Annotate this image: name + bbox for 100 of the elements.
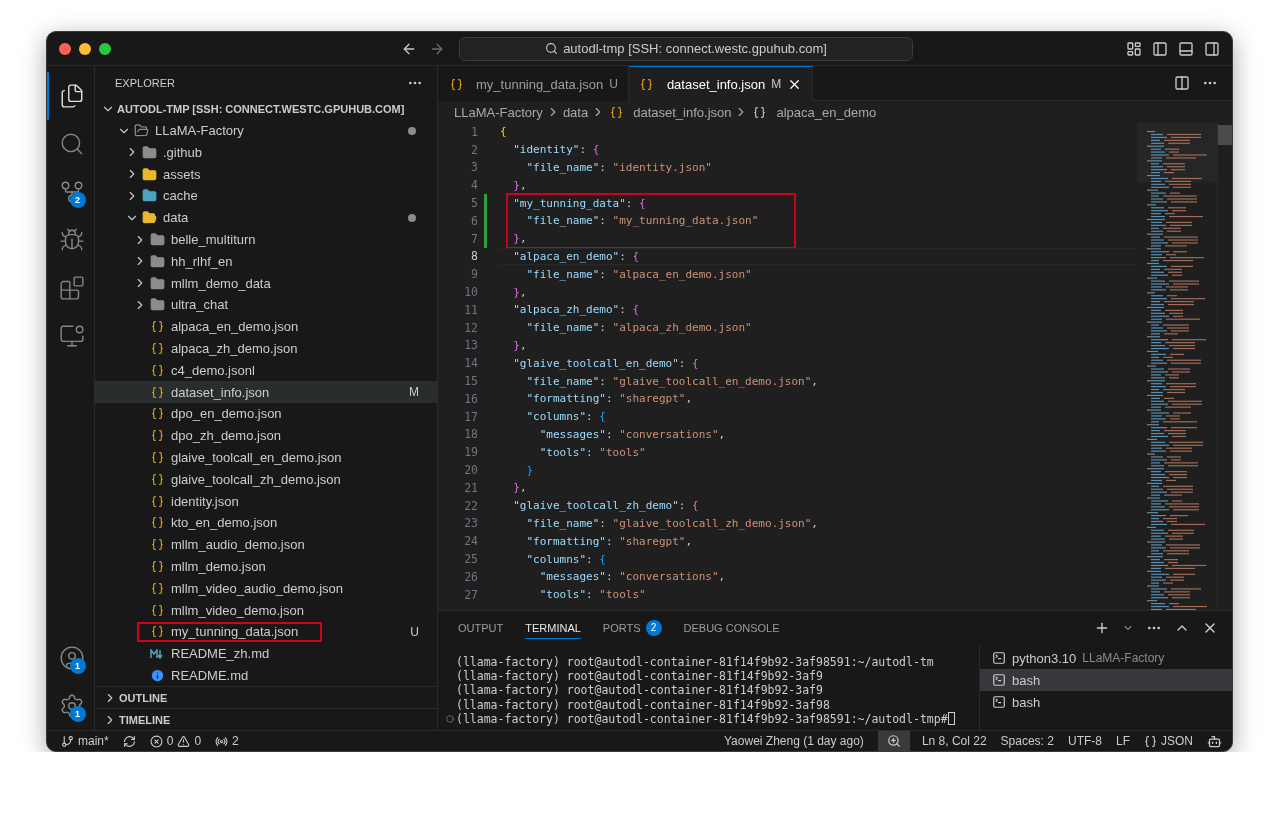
line-number: 9	[470, 267, 478, 282]
count-badge: 2	[645, 619, 662, 636]
close-window-button[interactable]	[59, 42, 71, 55]
tree-item[interactable]: alpaca_zh_demo.json	[95, 337, 437, 360]
cursor-position[interactable]: Ln 8, Col 22	[921, 734, 987, 748]
source-control-button[interactable]: 2	[47, 168, 95, 216]
terminal-line: (llama-factory) root@autodl-container-81f14f9b92-3af9	[456, 683, 823, 698]
accounts-button[interactable]: 1	[47, 634, 95, 682]
folder-icon	[141, 166, 157, 183]
braces-icon	[448, 76, 464, 92]
code-line: "glaive_toolcall_zh_demo": {	[512, 498, 700, 515]
search-icon	[545, 42, 559, 55]
tree-item[interactable]: dataset_info.json M	[95, 381, 437, 404]
command-center[interactable]: autodl-tmp [SSH: connect.westc.gpuhub.com]	[459, 36, 913, 61]
breadcrumb-item[interactable]: data	[562, 104, 589, 120]
scrollbar-thumb[interactable]	[1218, 125, 1232, 145]
robot-icon[interactable]	[1207, 733, 1222, 749]
file-name: hh_rlhf_en	[171, 253, 234, 269]
blocks-icon	[58, 275, 85, 301]
file-name: kto_en_demo.json	[171, 515, 279, 531]
folder-icon	[149, 231, 165, 248]
braces-icon	[149, 536, 165, 553]
section-header[interactable]: TIMELINE	[119, 713, 171, 726]
panel-tab[interactable]: TERMINAL	[525, 617, 581, 639]
settings-button[interactable]: 1	[47, 682, 95, 730]
panel-bottom-icon[interactable]	[1178, 40, 1194, 57]
zoom-button[interactable]	[877, 730, 910, 751]
panel-tab[interactable]: OUTPUT	[458, 617, 504, 639]
breadcrumb-item[interactable]: alpaca_en_demo	[776, 104, 877, 120]
tree-item[interactable]: mllm_video_demo.json	[95, 599, 437, 621]
breadcrumb-item[interactable]: LLaMA-Factory	[454, 104, 543, 120]
braces-icon	[638, 76, 655, 92]
tree-item[interactable]: README_zh.md	[95, 642, 437, 665]
panel-tab[interactable]: DEBUG CONSOLE	[683, 617, 780, 639]
tree-item[interactable]: README.md	[95, 664, 437, 687]
tree-item[interactable]: cache	[95, 185, 437, 207]
code-line: },	[512, 284, 528, 301]
folder-icon	[149, 253, 165, 270]
editor-tab[interactable]: dataset_info.json M	[628, 66, 814, 101]
indentation-status[interactable]: Spaces: 2	[1000, 734, 1054, 748]
tree-item[interactable]: alpaca_en_demo.json	[95, 315, 437, 338]
error-count[interactable]: 0	[166, 734, 174, 748]
panel-right-icon[interactable]	[1204, 40, 1220, 57]
line-number: 4	[470, 178, 478, 193]
terminal-item[interactable]: python3.10 LLaMA-Factory	[980, 647, 1232, 669]
tree-item[interactable]: mllm_video_audio_demo.json	[95, 577, 437, 600]
panel-left-icon[interactable]	[1152, 40, 1168, 57]
tree-item[interactable]: dpo_zh_demo.json	[95, 424, 437, 447]
tree-item[interactable]: dpo_en_demo.json	[95, 403, 437, 425]
blame-status[interactable]: Yaowei Zheng (1 day ago)	[724, 734, 864, 748]
split-editor-icon[interactable]	[1174, 75, 1190, 91]
terminal-item[interactable]: bash	[980, 691, 1232, 713]
layout-icon[interactable]	[1126, 40, 1142, 57]
code-line: "file_name": "identity.json"	[525, 160, 713, 176]
terminal-detail: LLaMA-Factory	[1082, 651, 1165, 665]
tree-item[interactable]: c4_demo.jsonl	[95, 359, 437, 382]
section-header[interactable]: OUTLINE	[119, 691, 168, 704]
tree-item[interactable]: mllm_demo_data	[95, 272, 437, 295]
zoom-icon	[886, 734, 901, 748]
tree-item[interactable]: identity.json	[95, 490, 437, 513]
tree-item[interactable]: kto_en_demo.json	[95, 512, 437, 534]
tree-item[interactable]: mllm_audio_demo.json	[95, 533, 437, 556]
ports-count[interactable]: 2	[232, 734, 239, 748]
braces-icon	[149, 471, 165, 488]
tree-item[interactable]: ultra_chat	[95, 294, 437, 316]
line-number: 5	[470, 196, 478, 211]
tree-item[interactable]: my_tunning_data.json U	[95, 621, 437, 643]
tree-item[interactable]: hh_rlhf_en	[95, 250, 437, 273]
encoding-status[interactable]: UTF-8	[1067, 734, 1102, 748]
tree-item[interactable]: glaive_toolcall_en_demo.json	[95, 446, 437, 469]
eol-status[interactable]: LF	[1115, 734, 1130, 748]
file-name: dpo_en_demo.json	[171, 406, 283, 422]
code-line: "my_tunning_data": {	[512, 195, 647, 212]
tree-item[interactable]: glaive_toolcall_zh_demo.json	[95, 468, 437, 491]
panel-tab[interactable]: PORTS 2	[602, 615, 662, 641]
file-name: README_zh.md	[171, 646, 271, 662]
editor-tab[interactable]: my_tunning_data.json U	[438, 66, 629, 101]
tree-item[interactable]: mllm_demo.json	[95, 555, 437, 578]
sync-icon[interactable]	[122, 734, 136, 748]
branch-status[interactable]: main*	[78, 734, 109, 748]
tree-item[interactable]: .github	[95, 141, 437, 164]
maximize-window-button[interactable]	[99, 42, 111, 55]
plus-icon[interactable]	[1094, 620, 1110, 636]
code-line: "alpaca_en_demo": {	[500, 247, 1137, 266]
terminal-line: (llama-factory) root@autodl-container-81f14f9b92-3af98591:~/autodl-tmp#	[456, 711, 948, 726]
breadcrumb-item[interactable]: dataset_info.json	[633, 104, 732, 120]
tree-item[interactable]: data	[95, 206, 437, 229]
code-line: },	[512, 177, 528, 194]
root-folder-header[interactable]: AUTODL-TMP [SSH: CONNECT.WESTC.GPUHUB.COM]	[117, 103, 419, 116]
file-name: alpaca_en_demo.json	[171, 319, 300, 335]
braces-icon	[149, 558, 165, 575]
tree-item[interactable]: LLaMA-Factory	[95, 119, 437, 142]
line-number: 1	[470, 124, 478, 139]
warning-count[interactable]: 0	[194, 734, 202, 748]
terminal-item[interactable]: bash	[980, 669, 1232, 691]
file-name: alpaca_zh_demo.json	[171, 341, 299, 357]
language-status[interactable]: JSON	[1161, 734, 1193, 748]
tree-item[interactable]: belle_multiturn	[95, 228, 437, 251]
minimize-window-button[interactable]	[79, 42, 91, 55]
tree-item[interactable]: assets	[95, 163, 437, 186]
